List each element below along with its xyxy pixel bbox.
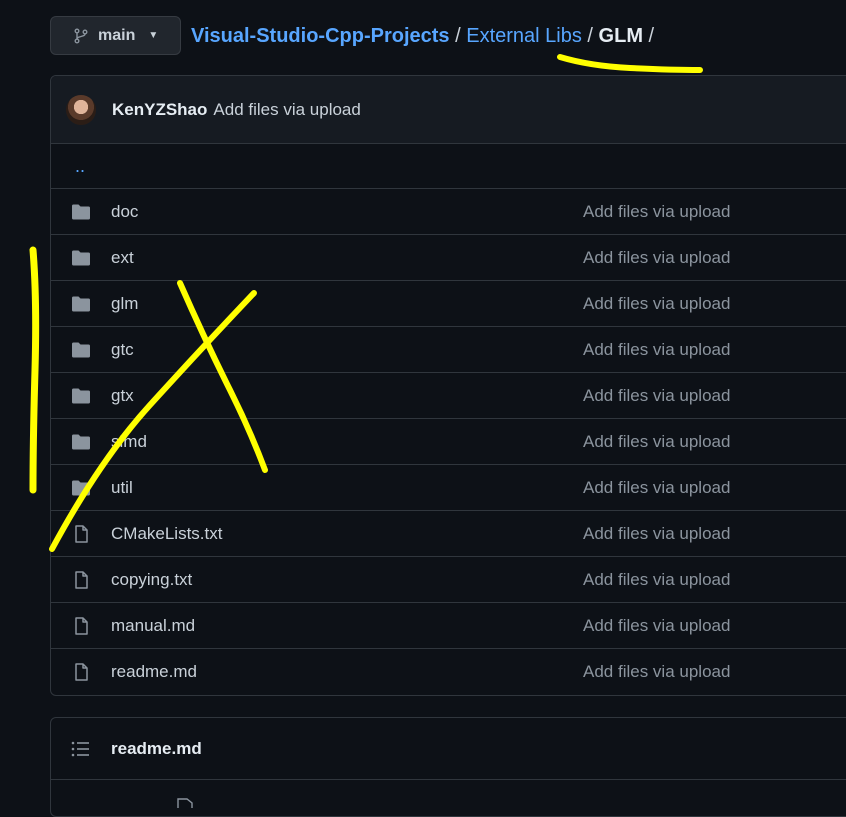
chevron-down-icon: ▼: [148, 30, 159, 41]
file-name-link[interactable]: glm: [111, 294, 138, 314]
file-row[interactable]: gtx Add files via upload: [51, 373, 846, 419]
avatar[interactable]: [66, 94, 96, 125]
breadcrumb-repo-link[interactable]: Visual-Studio-Cpp-Projects: [191, 25, 450, 47]
file-icon: [177, 798, 193, 808]
file-icon: [75, 663, 88, 681]
breadcrumb-current: GLM: [598, 25, 643, 47]
file-row[interactable]: CMakeLists.txt Add files via upload: [51, 511, 846, 557]
file-name-link[interactable]: CMakeLists.txt: [111, 524, 222, 544]
commit-message-link[interactable]: Add files via upload: [583, 662, 730, 682]
parent-directory-link[interactable]: ..: [75, 156, 85, 177]
file-name-link[interactable]: util: [111, 478, 133, 498]
file-icon: [75, 525, 88, 543]
folder-icon: [72, 296, 90, 312]
file-browser: KenYZShao Add files via upload .. doc Add…: [50, 75, 846, 696]
readme-panel: readme.md: [50, 717, 846, 817]
commit-message-link[interactable]: Add files via upload: [583, 570, 730, 590]
file-row[interactable]: readme.md Add files via upload: [51, 649, 846, 695]
file-name-link[interactable]: manual.md: [111, 616, 195, 636]
git-branch-icon: [74, 28, 88, 43]
file-row[interactable]: simd Add files via upload: [51, 419, 846, 465]
file-name-link[interactable]: copying.txt: [111, 570, 192, 590]
folder-icon: [72, 204, 90, 220]
commit-author-link[interactable]: KenYZShao: [112, 100, 207, 120]
commit-message-link[interactable]: Add files via upload: [583, 202, 730, 222]
breadcrumb-folder-link[interactable]: External Libs: [466, 25, 582, 47]
readme-title: readme.md: [111, 738, 202, 758]
parent-directory-row[interactable]: ..: [51, 144, 846, 189]
file-name-link[interactable]: readme.md: [111, 662, 197, 682]
file-row[interactable]: manual.md Add files via upload: [51, 603, 846, 649]
commit-message-link[interactable]: Add files via upload: [583, 248, 730, 268]
file-name-link[interactable]: doc: [111, 202, 138, 222]
file-row[interactable]: ext Add files via upload: [51, 235, 846, 281]
file-name-link[interactable]: ext: [111, 248, 134, 268]
breadcrumb-separator: /: [648, 25, 655, 47]
file-row[interactable]: gtc Add files via upload: [51, 327, 846, 373]
file-row[interactable]: doc Add files via upload: [51, 189, 846, 235]
breadcrumb: Visual-Studio-Cpp-Projects / External Li…: [191, 24, 654, 48]
folder-icon: [72, 388, 90, 404]
file-name-link[interactable]: gtc: [111, 340, 134, 360]
branch-select-button[interactable]: main ▼: [50, 16, 181, 55]
commit-message-link[interactable]: Add files via upload: [583, 340, 730, 360]
file-row[interactable]: copying.txt Add files via upload: [51, 557, 846, 603]
annotation-vertical-line: [29, 246, 40, 494]
annotation-underline: [557, 54, 703, 73]
breadcrumb-separator: /: [587, 25, 593, 47]
commit-message-link[interactable]: Add files via upload: [213, 100, 360, 120]
commit-message-link[interactable]: Add files via upload: [583, 294, 730, 314]
file-icon: [75, 617, 88, 635]
folder-icon: [72, 480, 90, 496]
file-name-link[interactable]: simd: [111, 432, 147, 452]
branch-name: main: [98, 26, 136, 44]
readme-header: readme.md: [51, 718, 846, 780]
commit-message-link[interactable]: Add files via upload: [583, 616, 730, 636]
breadcrumb-separator: /: [455, 25, 461, 47]
file-name-link[interactable]: gtx: [111, 386, 134, 406]
folder-icon: [72, 434, 90, 450]
file-row[interactable]: glm Add files via upload: [51, 281, 846, 327]
list-icon[interactable]: [71, 740, 91, 758]
file-row[interactable]: util Add files via upload: [51, 465, 846, 511]
commit-message-link[interactable]: Add files via upload: [583, 386, 730, 406]
folder-icon: [72, 342, 90, 358]
latest-commit-bar: KenYZShao Add files via upload: [51, 76, 846, 144]
commit-message-link[interactable]: Add files via upload: [583, 478, 730, 498]
commit-message-link[interactable]: Add files via upload: [583, 524, 730, 544]
file-icon: [75, 571, 88, 589]
folder-icon: [72, 250, 90, 266]
commit-message-link[interactable]: Add files via upload: [583, 432, 730, 452]
